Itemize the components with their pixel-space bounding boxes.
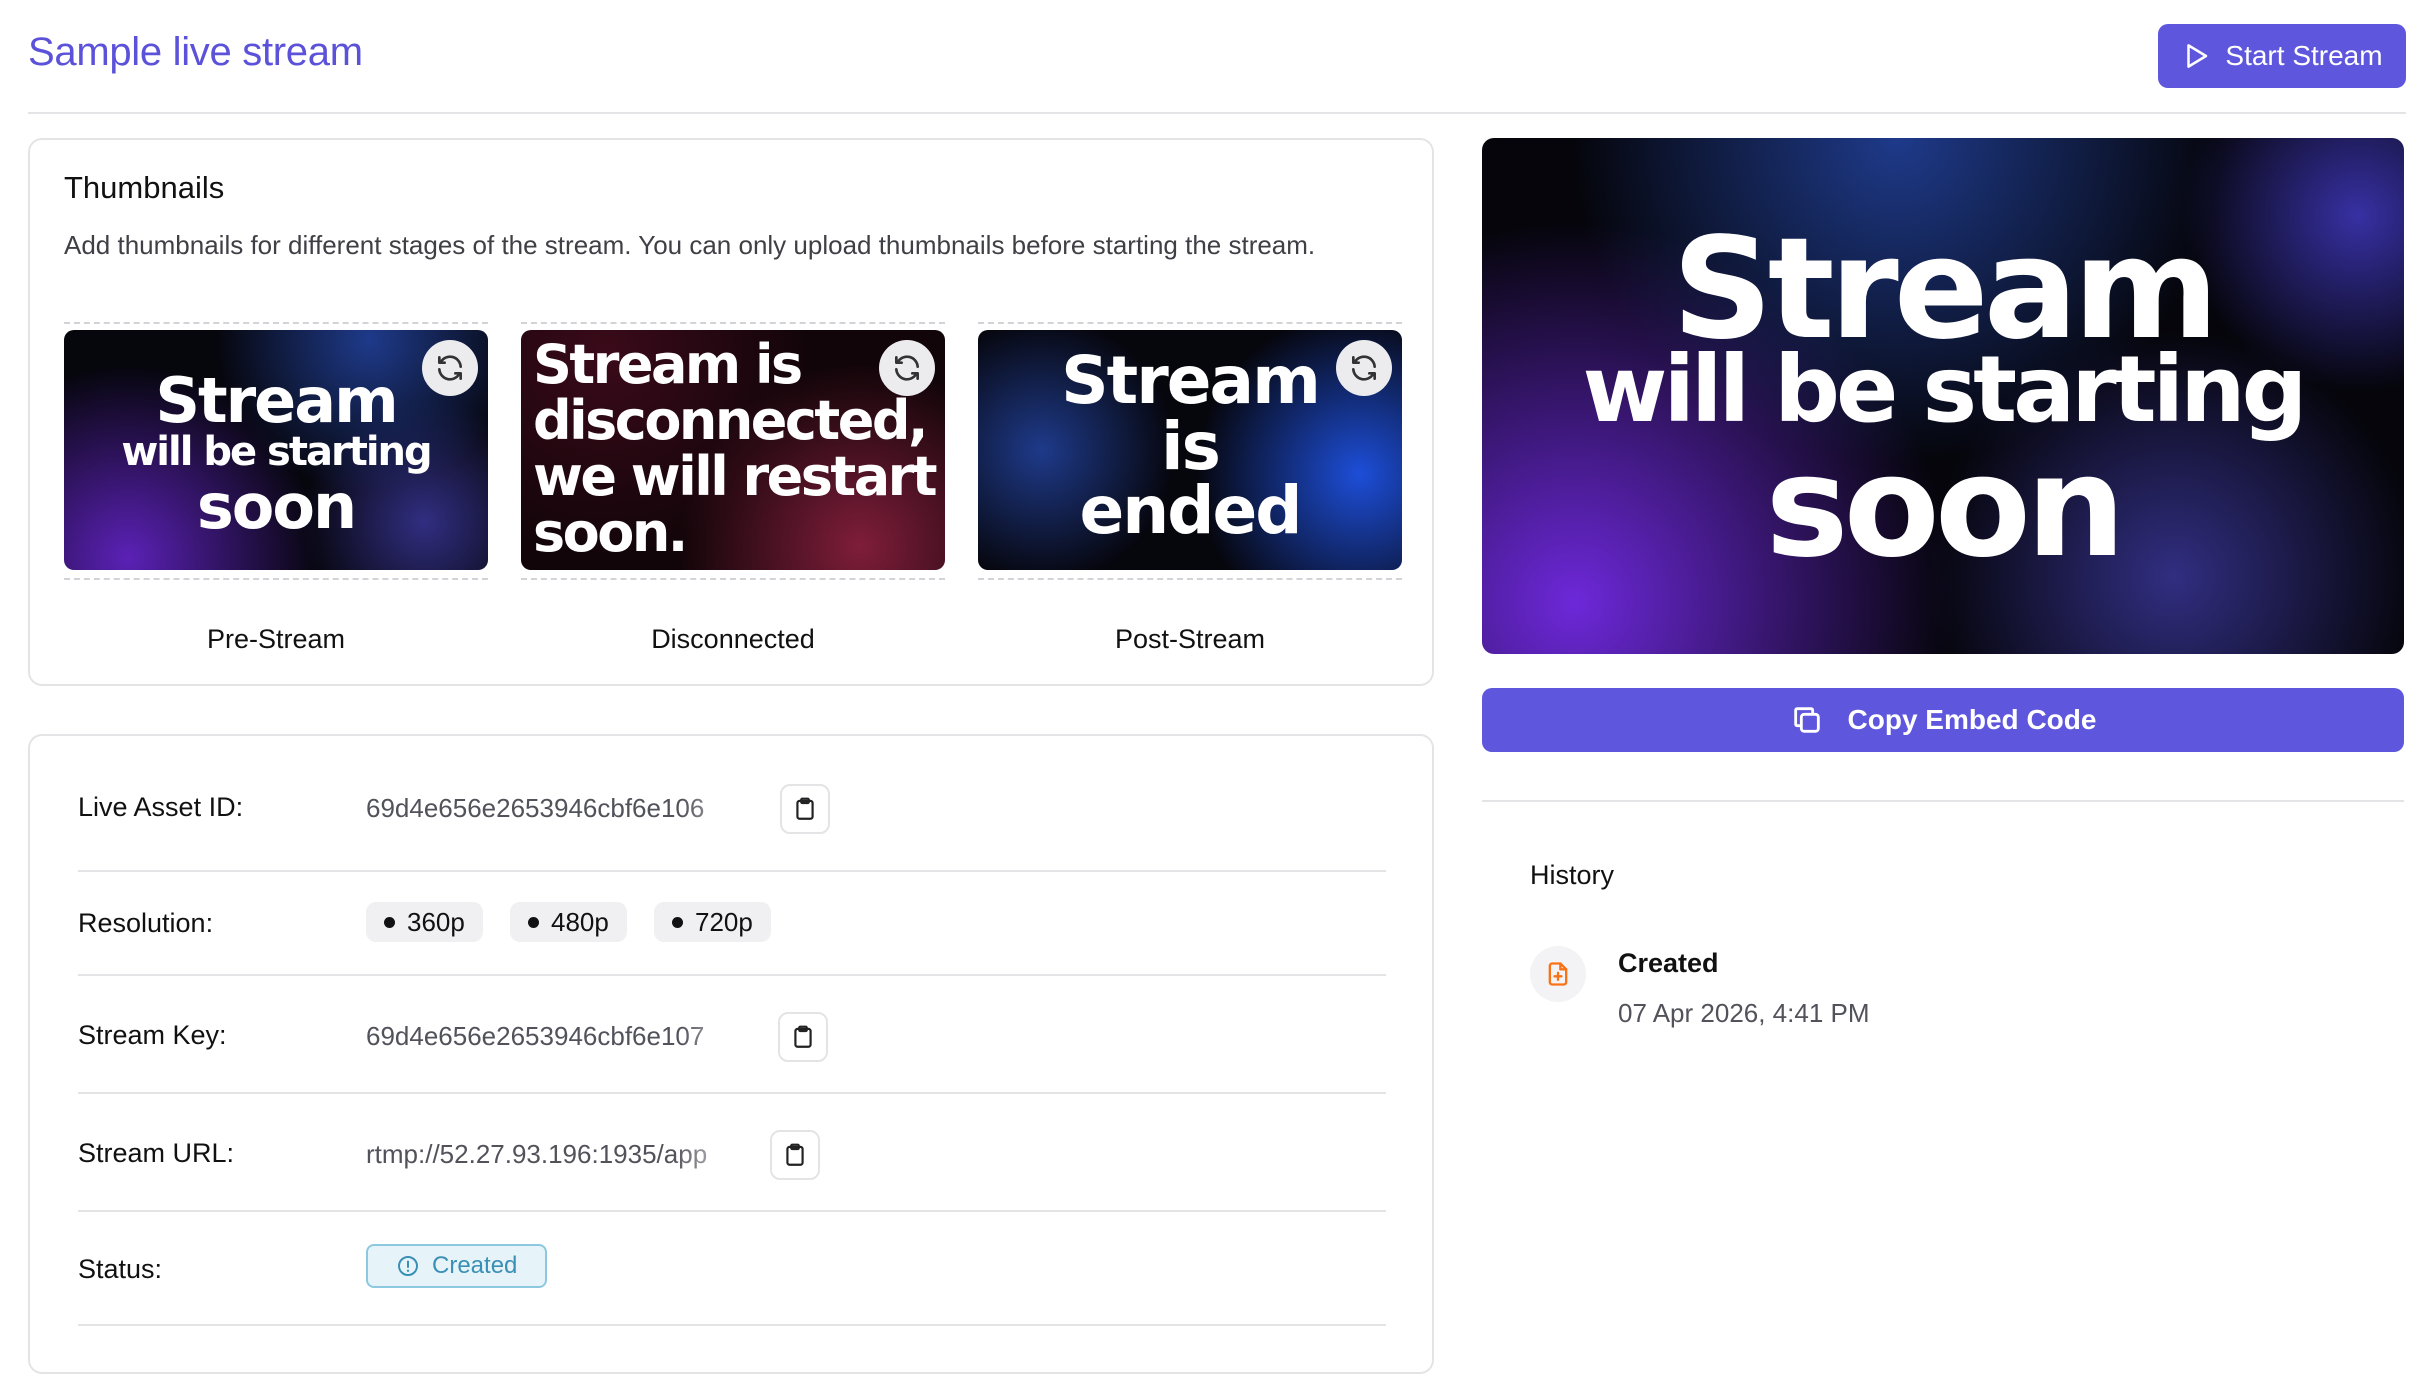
info-circle-icon: [398, 1256, 418, 1276]
thumbnail-dashed-border: [64, 322, 488, 324]
refresh-pre-stream-button[interactable]: [422, 340, 478, 396]
refresh-icon: [438, 355, 462, 381]
preview-text-line: will be starting: [1582, 336, 2308, 443]
play-icon: [2187, 44, 2208, 68]
thumbnail-label: Pre-Stream: [206, 624, 346, 654]
thumbnails-description: Add thumbnails for different stages of t…: [64, 230, 1316, 260]
live-asset-id-value: 69d4e656e2653946cbf6e106: [366, 793, 705, 823]
stream-details-card: Live Asset ID: 69d4e656e2653946cbf6e106 …: [28, 734, 1434, 1374]
detail-row-status: Status: Created: [78, 1210, 1386, 1326]
thumbnail-pre-stream[interactable]: Stream will be starting soon Pre-Stream: [64, 322, 488, 654]
page: Sample live stream Start Stream Thumbnai…: [0, 0, 2424, 1374]
stream-key-value: 69d4e656e2653946cbf6e107: [366, 1021, 705, 1051]
status-value: Created: [432, 1252, 518, 1279]
thumbnail-image-disconnected: Stream is disconnected, we will restart …: [521, 330, 945, 570]
resolution-label: Resolution:: [78, 908, 214, 938]
clipboard-icon: [794, 1025, 812, 1048]
thumbnail-dashed-border: [521, 322, 945, 324]
resolution-pill: 360p: [366, 902, 483, 942]
stream-key-label: Stream Key:: [78, 1020, 227, 1050]
thumbnail-image-pre-stream: Stream will be starting soon: [64, 330, 488, 570]
thumbnail-text-line: ended: [1079, 472, 1303, 549]
copy-embed-code-label: Copy Embed Code: [1847, 704, 2097, 735]
resolution-pill: 720p: [654, 902, 771, 942]
thumbnail-text-line: is: [1161, 408, 1221, 485]
divider: [1482, 800, 2404, 802]
thumbnail-label: Disconnected: [651, 624, 815, 654]
copy-live-asset-id-button[interactable]: [780, 784, 830, 834]
resolution-value: 720p: [695, 906, 753, 937]
live-asset-id-label: Live Asset ID:: [78, 792, 244, 822]
clipboard-icon: [786, 1143, 804, 1166]
bullet-dot: [672, 916, 683, 928]
preview-text-line: soon: [1765, 426, 2125, 589]
thumbnail-text-line: soon: [196, 470, 357, 543]
thumbnail-disconnected[interactable]: Stream is disconnected, we will restart …: [521, 322, 945, 654]
clipboard-icon: [796, 797, 814, 820]
thumbnails-card: Thumbnails Add thumbnails for different …: [28, 138, 1434, 686]
start-stream-label: Start Stream: [2225, 40, 2383, 71]
refresh-icon: [895, 355, 919, 381]
stream-url-label: Stream URL:: [78, 1138, 235, 1168]
thumbnail-dashed-border: [978, 578, 1402, 580]
refresh-post-stream-button[interactable]: [1336, 340, 1392, 396]
thumbnail-text-line: we will restart: [533, 445, 938, 508]
copy-stream-key-button[interactable]: [778, 1012, 828, 1062]
thumbnail-dashed-border: [64, 578, 488, 580]
detail-row-stream-url: Stream URL: rtmp://52.27.93.196:1935/app: [78, 1092, 1386, 1212]
detail-row-live-asset-id: Live Asset ID: 69d4e656e2653946cbf6e106: [78, 736, 1386, 872]
thumbnail-dashed-border: [978, 322, 1402, 324]
thumbnail-text-line: will be starting: [121, 429, 432, 475]
page-title: Sample live stream: [28, 30, 363, 74]
thumbnail-text-line: disconnected,: [533, 389, 929, 452]
thumbnail-text-line: soon.: [533, 501, 688, 564]
file-plus-icon: [1548, 962, 1568, 986]
copy-embed-code-button[interactable]: Copy Embed Code: [1482, 688, 2404, 752]
copy-icon: [1793, 707, 1820, 733]
bullet-dot: [384, 916, 395, 928]
refresh-icon: [1352, 355, 1376, 381]
thumbnail-dashed-border: [521, 578, 945, 580]
copy-stream-url-button[interactable]: [770, 1130, 820, 1180]
thumbnail-post-stream[interactable]: Stream is ended Post-Stream: [978, 322, 1402, 654]
start-stream-button[interactable]: Start Stream: [2158, 24, 2406, 88]
stream-url-value: rtmp://52.27.93.196:1935/app: [366, 1139, 708, 1169]
status-badge: Created: [366, 1244, 548, 1288]
history-title: History: [1530, 860, 1615, 890]
stream-preview: Stream will be starting soon: [1482, 138, 2404, 654]
refresh-disconnected-button[interactable]: [879, 340, 935, 396]
history-event-time: 07 Apr 2026, 4:41 PM: [1618, 998, 1870, 1028]
resolution-pill: 480p: [510, 902, 627, 942]
history-event-icon: [1530, 946, 1586, 1002]
history-event-name: Created: [1618, 948, 1719, 978]
resolution-value: 480p: [551, 906, 609, 937]
thumbnail-image-post-stream: Stream is ended: [978, 330, 1402, 570]
bullet-dot: [528, 916, 539, 928]
resolution-value: 360p: [407, 906, 465, 937]
detail-row-stream-key: Stream Key: 69d4e656e2653946cbf6e107: [78, 974, 1386, 1094]
header: Sample live stream Start Stream: [28, 0, 2406, 114]
detail-row-resolution: Resolution: 360p 480p 720p: [78, 870, 1386, 976]
thumbnails-title: Thumbnails: [64, 170, 225, 205]
thumbnail-label: Post-Stream: [1114, 624, 1266, 654]
status-label: Status:: [78, 1254, 163, 1284]
